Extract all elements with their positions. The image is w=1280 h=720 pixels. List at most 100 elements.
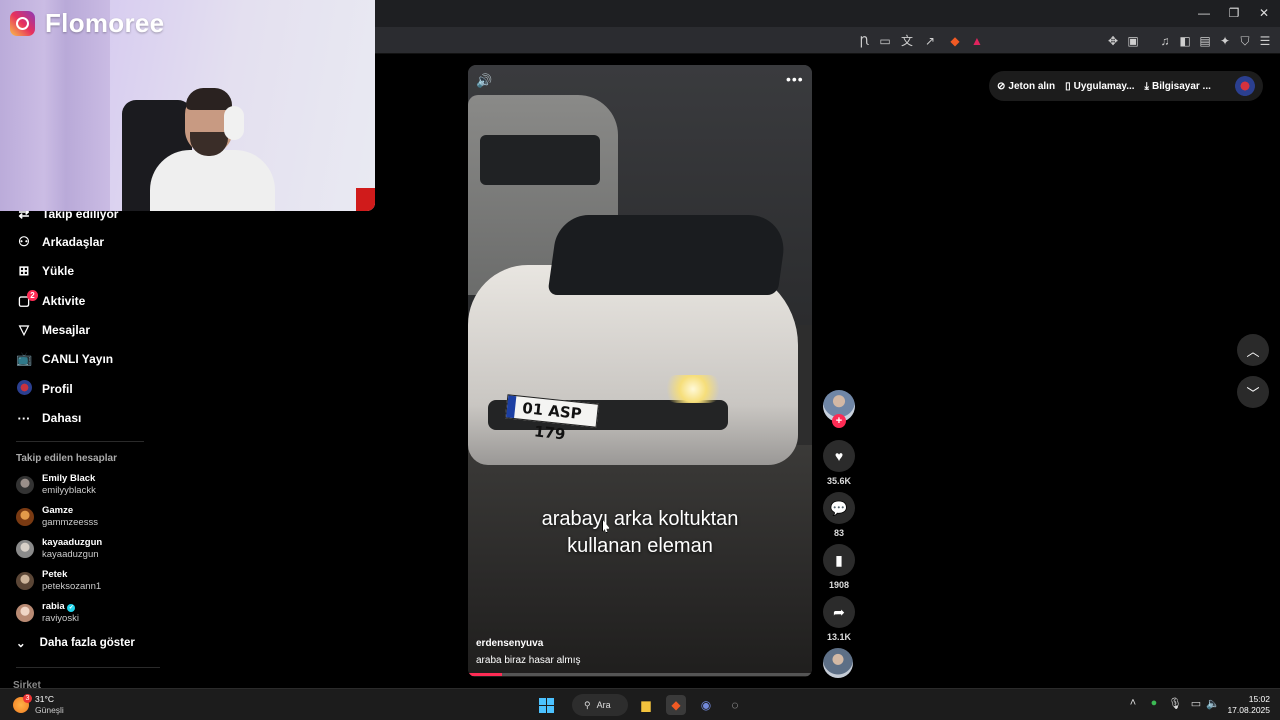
account-name: Gamze [42,505,74,516]
tray-chevron-up-icon[interactable]: ˄ [1126,697,1140,709]
minimize-icon[interactable]: — [1194,6,1214,20]
sidebar-item-label: Dahası [42,411,82,425]
start-button[interactable] [536,695,556,715]
sidebar-item-profile[interactable]: Profil [16,378,73,400]
volume-icon[interactable]: 🔊 [476,73,492,89]
time: 15:02 [1248,694,1270,704]
follow-plus-icon[interactable]: + [832,414,846,428]
followed-account[interactable]: Petek peteksozann1 [16,569,101,593]
sidebar-item-messages[interactable]: ▽ Mesajlar [16,319,90,341]
temperature: 31°C [35,694,54,704]
desktop-app-label: Bilgisayar ... [1151,80,1211,92]
weather-badge: 3 [23,694,32,703]
taskbar-search[interactable]: ⚲ Ara [572,694,628,716]
like-count: 35.6K [826,476,852,486]
sidebar-item-label: Aktivite [42,294,86,308]
app-icon[interactable]: ◌ [725,695,745,715]
get-app-label: Uygulamay... [1073,80,1135,92]
file-explorer-icon[interactable]: ▆ [636,695,656,715]
weather-widget[interactable]: 3 31°C Güneşli [13,694,64,716]
share-icon[interactable]: ↗ [921,32,939,50]
chevron-down-icon: ﹀ [1246,385,1260,401]
share-arrow-icon: ➦ [833,603,845,620]
vpn-icon[interactable]: ⛉ [1236,32,1254,50]
show-more-label: Daha fazla göster [39,637,135,649]
account-name: kayaaduzgun [42,537,103,548]
friends-icon: ⚇ [18,234,30,249]
translate-icon[interactable]: 文 [898,32,916,50]
menu-icon[interactable]: ☰ [1256,32,1274,50]
share-button[interactable]: ➦ [823,596,855,628]
brave-rewards-icon[interactable]: ▲ [968,32,986,50]
weather-condition: Güneşli [35,705,64,715]
account-name: Emily Black [42,473,96,484]
save-button[interactable]: ▮ [823,544,855,576]
wallet-icon[interactable]: ▤ [1196,32,1214,50]
avatar [16,476,34,494]
account-name: rabia [42,601,65,612]
account-handle: kayaaduzgun [42,549,99,560]
reader-mode-icon[interactable]: Ꞃ [855,32,873,50]
following-heading: Takip edilen hesaplar [16,453,117,464]
close-icon[interactable]: ✕ [1254,6,1274,20]
screenshot-icon[interactable]: ▣ [1124,32,1142,50]
status-dot-icon[interactable]: ● [1147,697,1161,709]
brave-shield-icon[interactable]: ◆ [946,32,964,50]
sidebar-item-more[interactable]: ··· Dahası [16,407,82,429]
video-player[interactable]: 01 ASP 179 🔊 ••• arabayı arka koltuktan … [468,65,812,677]
sidebar-item-live[interactable]: 📺 CANLI Yayın [16,348,113,370]
sidebar-item-friends[interactable]: ⚇ Arkadaşlar [16,231,104,253]
sidebar-toggle-icon[interactable]: ◧ [1176,32,1194,50]
followed-account[interactable]: kayaaduzgun kayaaduzgun [16,537,102,561]
sidebar-item-label: Profil [42,382,73,396]
network-icon[interactable]: ▭ [1189,697,1203,710]
ellipsis-icon: ··· [17,410,31,426]
coin-icon: ⊘ [997,80,1006,92]
followed-account[interactable]: Gamze gammzeesss [16,505,98,529]
sidebar-item-upload[interactable]: ⊞ Yükle [16,260,74,282]
discord-icon[interactable]: ◉ [696,695,716,715]
microphone-icon[interactable]: 🎙 [1168,697,1182,710]
speaker-icon[interactable]: 🔈 [1206,697,1220,710]
media-icon[interactable]: ♫ [1156,32,1174,50]
chevron-down-icon: ⌄ [16,638,26,650]
like-button[interactable]: ♥ [823,440,855,472]
upload-plus-icon: ⊞ [18,263,30,278]
streamer-brand: Flomoree [10,8,164,39]
next-video-button[interactable]: ﹀ [1237,376,1269,408]
user-avatar[interactable] [1235,76,1255,96]
save-count: 1908 [828,580,850,590]
cast-icon[interactable]: ▭ [876,32,894,50]
share-count: 13.1K [826,632,852,642]
get-coins-button[interactable]: ⊘ Jeton alın [997,81,1055,92]
instagram-icon [10,11,35,36]
restore-icon[interactable]: ❐ [1224,6,1244,20]
heart-icon: ♥ [834,448,844,464]
video-author[interactable]: erdensenyuva [476,638,543,649]
brave-browser-icon[interactable]: ◆ [666,695,686,715]
avatar [16,508,34,526]
desktop-app-button[interactable]: ⤓ Bilgisayar ... [1145,81,1211,92]
system-clock[interactable]: 15:02 17.08.2025 [1226,694,1270,716]
leo-ai-icon[interactable]: ✦ [1216,32,1234,50]
sidebar-divider [16,441,144,442]
account-handle: gammzeesss [42,517,98,528]
verified-badge-icon: ✓ [67,604,76,612]
comment-icon: 💬 [830,499,848,516]
followed-account[interactable]: Emily Black emilyyblackk [16,473,96,497]
followed-account[interactable]: rabia ✓ raviyoski [16,601,79,625]
avatar [16,572,34,590]
show-more-button[interactable]: ⌄ Daha fazla göster [16,636,135,650]
get-app-button[interactable]: ▯ Uygulamay... [1065,81,1134,92]
live-tv-icon: 📺 [16,351,33,366]
activity-badge: 2 [27,290,38,301]
more-options-icon[interactable]: ••• [786,71,804,87]
video-progress-bar[interactable] [468,673,812,676]
extensions-icon[interactable]: ✥ [1104,32,1122,50]
music-disc-avatar[interactable] [823,648,853,678]
profile-avatar-icon [16,380,32,398]
comment-count: 83 [833,528,844,538]
previous-video-button[interactable]: ︿ [1237,334,1269,366]
streamer-name: Flomoree [45,8,165,38]
comment-button[interactable]: 💬 [823,492,855,524]
